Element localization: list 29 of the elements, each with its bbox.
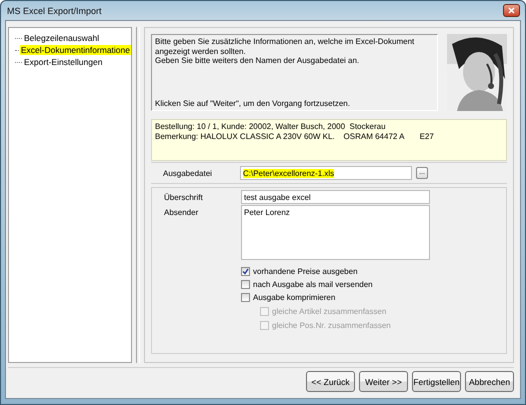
close-button[interactable]: [503, 4, 520, 17]
tree-item[interactable]: Excel-Dokumentinformatione: [20, 45, 131, 55]
sender-field[interactable]: Peter Lorenz: [241, 205, 430, 260]
checkbox[interactable]: [241, 293, 250, 302]
dialog-button[interactable]: Fertigstellen: [412, 371, 461, 392]
close-icon: [508, 7, 515, 14]
info-text: Bitte geben Sie zusätzliche Informationen an, welche im Excel-Dokument angezeigt werden sollten. Geben Sie bitte weiters den Namen der Ausgabedatei an.: [155, 37, 416, 66]
field-label: Absender: [163, 207, 200, 217]
option-label: vorhandene Preise ausgeben: [253, 267, 358, 276]
option-label: gleiche Artikel zusammenfassen: [272, 306, 386, 316]
dialog-button[interactable]: Weiter >>: [359, 371, 408, 392]
checkbox[interactable]: [241, 280, 250, 289]
option-label: Ausgabe komprimieren: [253, 293, 336, 302]
heading-field[interactable]: test ausgabe excel: [241, 190, 430, 204]
tree-item[interactable]: Export-Einstellungen: [23, 57, 104, 67]
dialog-button[interactable]: << Zurück: [306, 371, 355, 392]
option-label: gleiche Pos.Nr. zusammenfassen: [272, 320, 391, 330]
check-icon: [242, 268, 249, 275]
checkbox[interactable]: [241, 267, 250, 276]
field-label: Ausgabedatei: [162, 168, 213, 178]
window-title: MS Excel Export/Import: [7, 6, 102, 16]
option-label: nach Ausgabe als mail versenden: [253, 280, 373, 289]
tree-item[interactable]: Belegzeilenauswahl: [23, 33, 100, 43]
file-field[interactable]: C:\Peter\excellorenz-1.xls: [240, 166, 412, 180]
hint-text: Klicken Sie auf "Weiter", um den Vorgang fortzusetzen.: [155, 98, 351, 108]
field-label: Überschrift: [163, 192, 204, 202]
order-info-text: Bestellung: 10 / 1, Kunde: 20002, Walter Busch, 2000 Stockerau: [155, 122, 387, 132]
order-info-text: Bemerkung: HALOLUX CLASSIC A 230V 60W KL. OSRAM 64472 A E27: [155, 132, 435, 141]
dialog-button[interactable]: Abbrechen: [465, 371, 514, 392]
